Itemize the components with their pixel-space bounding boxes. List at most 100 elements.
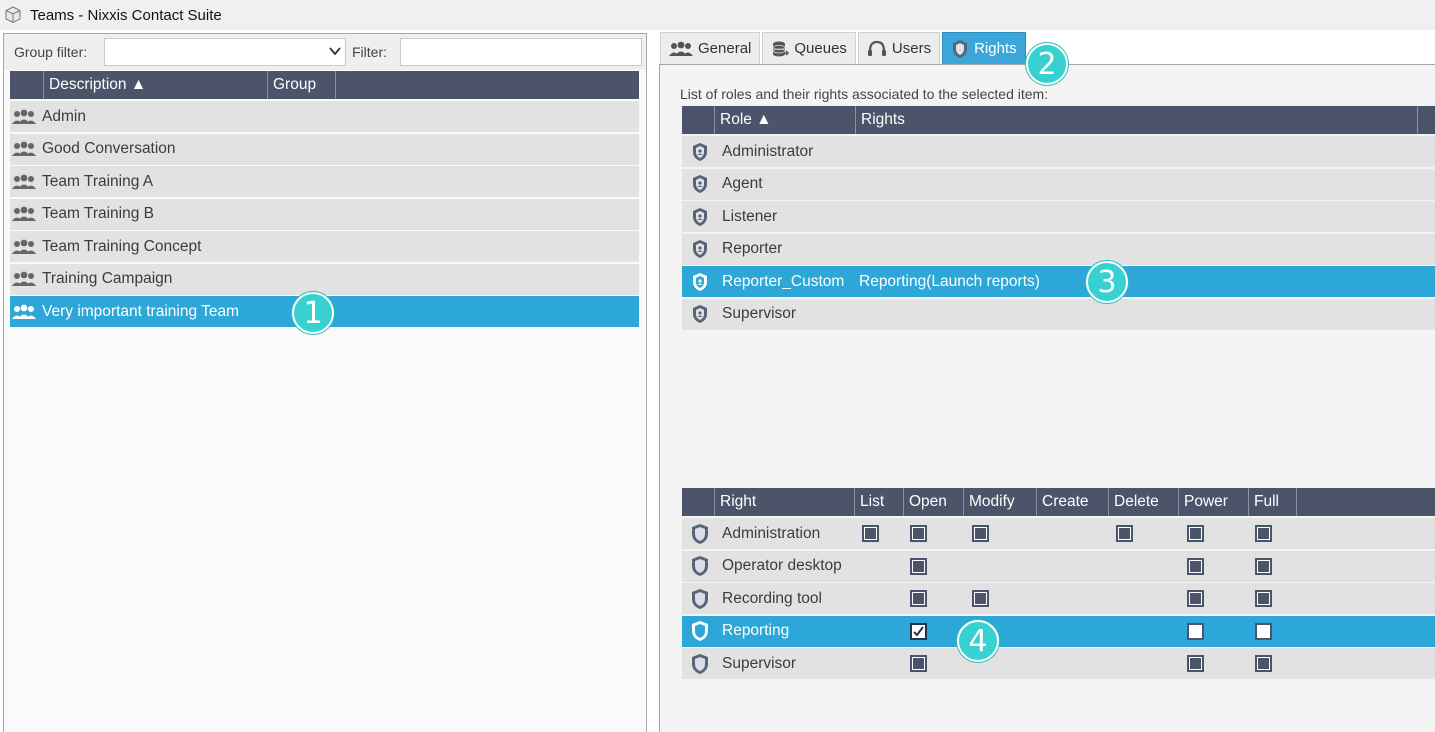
right-row[interactable]: Supervisor <box>682 648 1435 679</box>
checkbox-open[interactable] <box>910 525 927 542</box>
checkbox-power[interactable] <box>1187 655 1204 672</box>
tab-queues-label: Queues <box>794 40 847 57</box>
callout-badge-2: 2 <box>1026 43 1068 85</box>
callout-badge-4: 4 <box>957 620 999 662</box>
role-row[interactable]: Listener <box>682 201 1435 232</box>
team-icon <box>10 271 38 287</box>
role-shield-icon <box>682 207 718 227</box>
checkbox-open[interactable] <box>910 622 927 640</box>
column-header-create[interactable]: Create <box>1037 488 1109 516</box>
column-header-role[interactable]: Role ▲ <box>715 106 856 134</box>
role-row[interactable]: Administrator <box>682 136 1435 167</box>
role-name: Agent <box>722 175 763 192</box>
team-icon <box>10 206 38 222</box>
column-header-open[interactable]: Open <box>904 488 964 516</box>
column-header-delete[interactable]: Delete <box>1109 488 1179 516</box>
right-row[interactable]: Recording tool <box>682 583 1435 614</box>
right-shield-icon <box>682 523 718 545</box>
checkbox-open[interactable] <box>910 655 927 672</box>
team-row[interactable]: Team Training Concept <box>10 231 639 262</box>
checkbox-power[interactable] <box>1187 622 1204 640</box>
headset-icon <box>867 40 886 56</box>
right-row[interactable]: Reporting <box>682 615 1435 647</box>
tab-queues[interactable]: Queues <box>762 32 856 64</box>
header-spacer <box>10 71 44 99</box>
app-cube-icon <box>5 6 21 24</box>
checkbox-full[interactable] <box>1255 557 1272 575</box>
team-name: Admin <box>42 107 86 125</box>
role-shield-icon <box>682 174 718 194</box>
team-icon <box>10 239 38 255</box>
checkbox-list[interactable] <box>862 525 879 542</box>
team-icon <box>10 141 38 157</box>
tab-users[interactable]: Users <box>857 32 941 64</box>
team-row[interactable]: Training Campaign <box>10 263 639 295</box>
team-row[interactable]: Team Training A <box>10 166 639 197</box>
column-header-list[interactable]: List <box>855 488 904 516</box>
role-name: Reporter_Custom <box>722 272 845 290</box>
team-name: Very important training Team <box>42 302 240 320</box>
tab-users-label: Users <box>891 40 932 57</box>
team-icon <box>10 174 38 190</box>
checkbox-power[interactable] <box>1187 525 1204 542</box>
window-title: Teams - Nixxis Contact Suite <box>30 6 222 24</box>
header-spacer <box>682 488 715 516</box>
team-name: Team Training Concept <box>42 237 202 255</box>
right-name: Supervisor <box>722 654 797 672</box>
title-bar: Teams - Nixxis Contact Suite <box>0 0 1435 30</box>
checkbox-modify[interactable] <box>972 590 989 607</box>
group-filter-label: Group filter: <box>14 44 88 60</box>
column-header-power[interactable]: Power <box>1179 488 1249 516</box>
role-shield-icon <box>682 272 718 292</box>
right-shield-icon <box>682 555 718 577</box>
role-row[interactable]: Reporter_Custom Reporting(Launch reports) <box>682 266 1435 297</box>
tab-rights[interactable]: Rights <box>942 32 1026 64</box>
right-row[interactable]: Administration <box>682 518 1435 549</box>
column-header-rights[interactable]: Rights <box>856 106 1418 134</box>
shield-icon <box>953 39 968 58</box>
role-shield-icon <box>682 142 718 162</box>
right-row[interactable]: Operator desktop <box>682 550 1435 582</box>
queues-icon <box>772 41 790 56</box>
role-row[interactable]: Supervisor <box>682 298 1435 330</box>
column-header-description[interactable]: Description ▲ <box>44 71 268 99</box>
callout-badge-1: 1 <box>292 292 334 334</box>
role-name: Listener <box>722 207 778 225</box>
tab-bar: General Queues Users Rights <box>660 32 1028 64</box>
checkbox-full[interactable] <box>1255 622 1272 640</box>
column-header-group[interactable]: Group <box>268 71 336 99</box>
checkbox-open[interactable] <box>910 557 927 575</box>
checkbox-open[interactable] <box>910 590 927 607</box>
role-row[interactable]: Agent <box>682 168 1435 200</box>
team-icon <box>10 109 38 125</box>
checkbox-modify[interactable] <box>972 525 989 542</box>
group-filter-combobox[interactable] <box>104 38 346 66</box>
role-row[interactable]: Reporter <box>682 233 1435 265</box>
checkbox-full[interactable] <box>1255 590 1272 607</box>
team-icon <box>669 41 693 56</box>
filter-input[interactable] <box>400 38 642 66</box>
right-name: Recording tool <box>722 589 822 607</box>
role-name: Supervisor <box>722 305 797 322</box>
column-header-modify[interactable]: Modify <box>964 488 1037 516</box>
checkbox-power[interactable] <box>1187 557 1204 575</box>
team-row[interactable]: Admin <box>10 101 639 132</box>
checkbox-delete[interactable] <box>1116 525 1133 542</box>
tab-general[interactable]: General <box>660 32 761 64</box>
team-row[interactable]: Good Conversation <box>10 133 639 165</box>
column-header-right[interactable]: Right <box>715 488 855 516</box>
right-name: Reporting <box>722 622 790 639</box>
checkbox-power[interactable] <box>1187 590 1204 607</box>
team-row[interactable]: Team Training B <box>10 198 639 230</box>
right-shield-icon <box>682 620 718 642</box>
role-name: Administrator <box>722 142 814 160</box>
team-name: Team Training A <box>42 172 154 190</box>
team-name: Good Conversation <box>42 140 176 157</box>
team-name: Team Training B <box>42 205 154 222</box>
header-filler <box>1297 488 1435 516</box>
checkbox-full[interactable] <box>1255 655 1272 672</box>
filter-bar: Group filter: Filter: <box>4 34 646 70</box>
column-header-full[interactable]: Full <box>1249 488 1297 516</box>
checkbox-full[interactable] <box>1255 525 1272 542</box>
header-filler <box>1418 106 1435 134</box>
